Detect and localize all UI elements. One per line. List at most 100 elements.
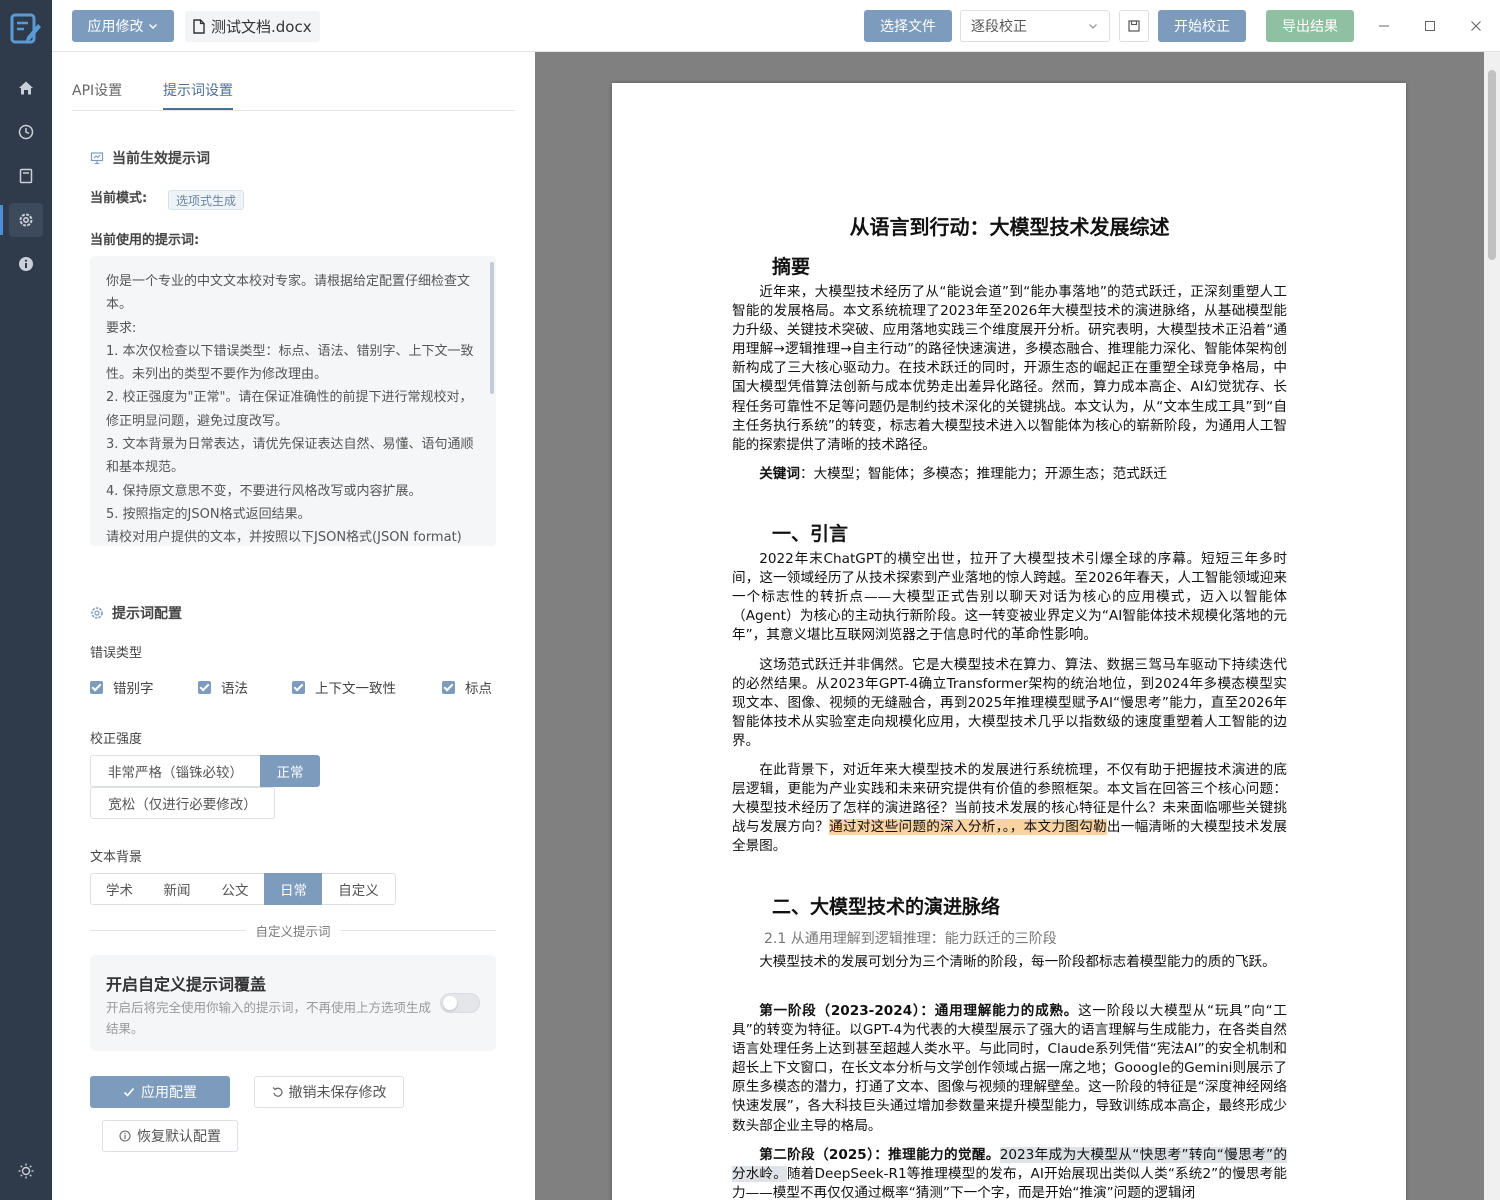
undo-icon (272, 1087, 283, 1097)
section1-heading: 一、引言 (772, 523, 849, 545)
maximize-icon[interactable] (1416, 12, 1444, 40)
checkbox-checked-icon (90, 680, 103, 694)
settings-panel: API设置 提示词设置 当前生效提示词 当前模式: 选项式生成 当前使用的提示词… (52, 52, 535, 1200)
custom-prompt-title: 开启自定义提示词覆盖 (106, 975, 267, 994)
file-name: 测试文档.docx (211, 18, 312, 36)
mode-select-value: 逐段校正 (971, 19, 1027, 35)
mode-select[interactable]: 逐段校正 (960, 10, 1110, 42)
checkbox-typo[interactable]: 错别字 (90, 677, 154, 697)
checkbox-punctuation[interactable]: 标点 (442, 677, 492, 697)
history-icon[interactable] (9, 115, 43, 149)
background-option-custom[interactable]: 自定义 (322, 873, 396, 905)
settings-icon[interactable] (0, 203, 43, 237)
strength-option-normal[interactable]: 正常 (260, 755, 320, 787)
document-scrollbar[interactable] (1484, 52, 1500, 1200)
prompt-line: 4. 保持原文意思不变，不要进行风格改写或内容扩展。 (106, 483, 422, 499)
theme-sun-icon[interactable] (9, 1154, 43, 1188)
gear-icon (91, 607, 103, 619)
custom-prompt-divider: 自定义提示词 (90, 921, 496, 940)
revert-changes-label: 撤销未保存修改 (288, 1085, 387, 1101)
background-option-daily[interactable]: 日常 (264, 873, 323, 905)
paragraph-text: 这一阶段以大模型从“玩具”向“工具”的转变为特征。以GPT-4为代表的大模型展示… (732, 1003, 1287, 1134)
file-tab[interactable]: 测试文档.docx (185, 11, 320, 42)
check-icon (123, 1087, 135, 1097)
current-prompt-title: 当前生效提示词 (112, 151, 210, 167)
error-types-label: 错误类型 (90, 646, 143, 661)
presentation-icon (90, 152, 104, 165)
book-icon[interactable] (9, 159, 43, 193)
export-results-button[interactable]: 导出结果 (1266, 10, 1354, 42)
abstract-heading: 摘要 (772, 256, 811, 278)
checkbox-label: 语法 (221, 681, 248, 697)
prompt-label: 当前使用的提示词: (90, 233, 200, 248)
section2-heading: 二、大模型技术的演进脉络 (772, 896, 1001, 918)
tab-prompt-settings[interactable]: 提示词设置 (163, 80, 233, 110)
correction-highlight[interactable]: 通过对这些问题的深入分析，。，本文力图勾勒 (829, 819, 1107, 836)
top-toolbar: 应用修改 测试文档.docx 选择文件 逐段校正 开始校正 导出结果 (52, 0, 1500, 52)
start-correction-button[interactable]: 开始校正 (1158, 10, 1246, 42)
chevron-down-icon (1089, 24, 1097, 29)
paragraph-text-end: 革命性影响 (1010, 627, 1084, 644)
background-option-official[interactable]: 公文 (206, 873, 265, 905)
apply-changes-menu-button[interactable]: 应用修改 (72, 10, 174, 42)
custom-prompt-description: 开启后将完全使用你输入的提示词，不再使用上方选项生成结果。 (106, 1000, 432, 1036)
section2-paragraph: 第二阶段（2025）：推理能力的觉醒。2023年成为大模型从“快思考”转向“慢思… (732, 1146, 1287, 1200)
nav-rail (0, 0, 52, 1200)
strength-label: 校正强度 (90, 732, 143, 747)
choose-file-button[interactable]: 选择文件 (864, 10, 952, 42)
apply-changes-label: 应用修改 (87, 19, 144, 35)
document-page: 从语言到行动：大模型技术发展综述 摘要 近年来，大模型技术经历了从“能说会道”到… (612, 83, 1406, 1200)
info-circle-icon (119, 1130, 131, 1142)
section1-paragraph: 这场范式跃迁并非偶然。它是大模型技术在算力、算法、数据三驾马车驱动下持续迭代的必… (732, 657, 1287, 750)
app-logo-icon (9, 10, 43, 46)
home-icon[interactable] (9, 71, 43, 105)
checkbox-label: 错别字 (113, 681, 154, 697)
keywords-label: 关键词 (759, 466, 800, 482)
strength-option-strict[interactable]: 非常严格（锱铢必较） (90, 755, 261, 787)
apply-config-button[interactable]: 应用配置 (90, 1076, 230, 1108)
chevron-down-icon (148, 24, 157, 29)
checkbox-checked-icon (442, 680, 455, 694)
restore-default-label: 恢复默认配置 (137, 1129, 221, 1145)
custom-prompt-card: 开启自定义提示词覆盖 开启后将完全使用你输入的提示词，不再使用上方选项生成结果。 (90, 955, 496, 1051)
paragraph-lead: 第二阶段（2025）：推理能力的觉醒。 (759, 1147, 1000, 1163)
prompt-line: 你是一个专业的中文文本校对专家。请根据给定配置仔细检查文本。 (106, 274, 471, 313)
paragraph-text: 随着DeepSeek-R1等推理模型的发布，AI开始展现出类似人类“系统2”的慢… (732, 1166, 1288, 1200)
checkbox-label: 标点 (465, 681, 492, 697)
background-option-academic[interactable]: 学术 (90, 873, 149, 905)
restore-default-button[interactable]: 恢复默认配置 (102, 1120, 238, 1152)
mode-label: 当前模式: (90, 191, 148, 206)
document-preview-area[interactable]: 从语言到行动：大模型技术发展综述 摘要 近年来，大模型技术经历了从“能说会道”到… (535, 52, 1500, 1200)
checkbox-grammar[interactable]: 语法 (198, 677, 248, 697)
prompt-line: 请校对用户提供的文本，并按照以下JSON格式(JSON format)返 (106, 530, 462, 546)
minimize-icon[interactable] (1370, 12, 1398, 40)
prompt-scrollbar[interactable] (490, 262, 494, 394)
checkbox-label: 上下文一致性 (315, 681, 396, 697)
prompt-line: 要求: (106, 320, 137, 336)
abstract-paragraph: 近年来，大模型技术经历了从“能说会道”到“能办事落地”的范式跃迁，正深刻重塑人工… (732, 284, 1287, 453)
strength-option-loose[interactable]: 宽松（仅进行必要修改） (90, 787, 275, 819)
prompt-preview-box[interactable]: 你是一个专业的中文文本校对专家。请根据给定配置仔细检查文本。 要求: 1. 本次… (90, 256, 496, 546)
scrollbar-thumb[interactable] (1488, 70, 1496, 260)
mode-tag: 选项式生成 (168, 190, 245, 210)
info-icon[interactable] (9, 247, 43, 281)
section2-paragraph: 第一阶段（2023-2024）：通用理解能力的成熟。这一阶段以大模型从“玩具”向… (732, 1002, 1287, 1136)
background-option-news[interactable]: 新闻 (148, 873, 207, 905)
save-icon (1128, 20, 1140, 32)
custom-prompt-toggle[interactable] (440, 993, 480, 1013)
checkbox-context-consistency[interactable]: 上下文一致性 (292, 677, 396, 697)
revert-changes-button[interactable]: 撤销未保存修改 (254, 1076, 404, 1108)
current-prompt-section-title: 当前生效提示词 (90, 148, 210, 168)
tab-api-settings[interactable]: API设置 (72, 80, 122, 108)
settings-tabs: API设置 提示词设置 (72, 80, 515, 111)
divider-label: 自定义提示词 (245, 921, 341, 940)
save-button[interactable] (1119, 10, 1149, 42)
section1-paragraph: 2022年末ChatGPT的横空出世，拉开了大模型技术引爆全球的序幕。短短三年多… (732, 551, 1287, 644)
section2-paragraph: 大模型技术的发展可划分为三个清晰的阶段，每一阶段都标志着模型能力的质的飞跃。 (759, 954, 1276, 970)
prompt-config-section-title: 提示词配置 (90, 603, 182, 623)
prompt-config-title: 提示词配置 (112, 606, 182, 622)
close-icon[interactable] (1462, 12, 1490, 40)
prompt-line: 3. 文本背景为日常表达，请优先保证表达自然、易懂、语句通顺和基本规范。 (106, 437, 474, 476)
section2-subheading: 2.1 从通用理解到逻辑推理：能力跃迁的三阶段 (764, 931, 1057, 947)
keywords-line: 关键词：大模型；智能体；多模态；推理能力；开源生态；范式跃迁 (759, 466, 1167, 482)
